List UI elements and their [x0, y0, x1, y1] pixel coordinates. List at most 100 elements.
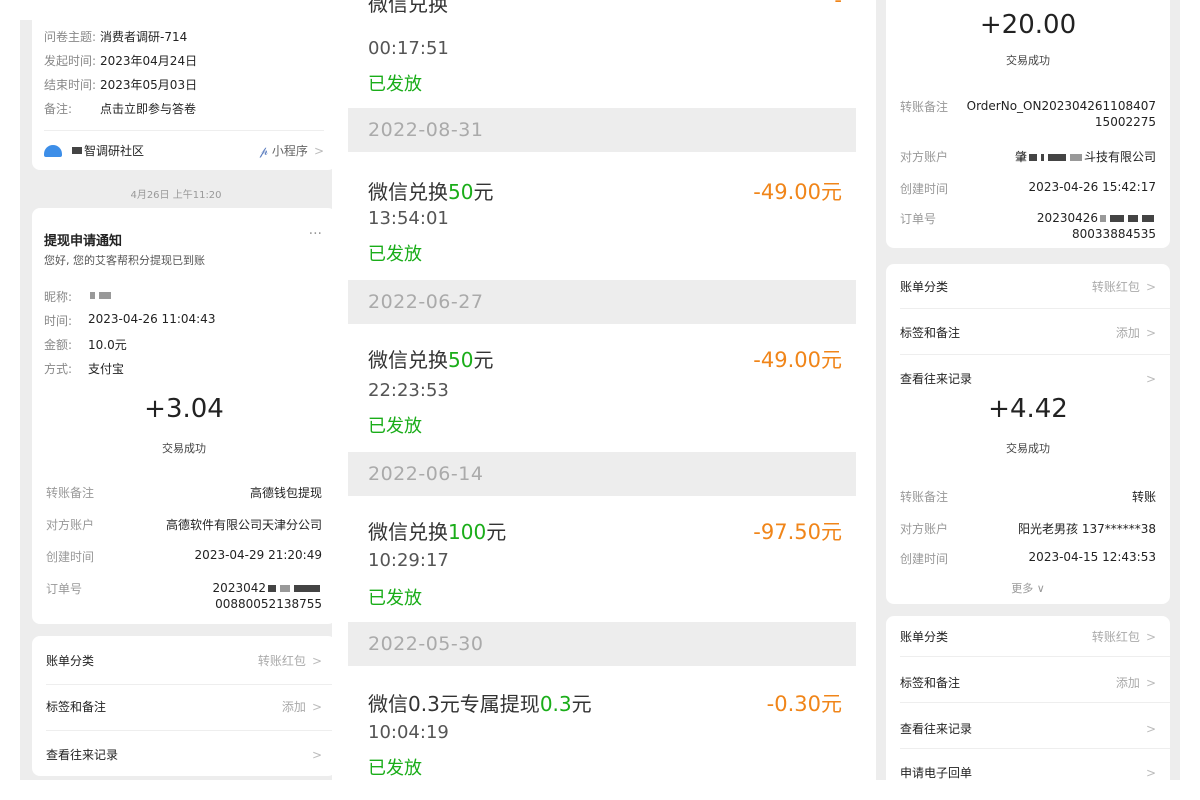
community-logo-icon — [44, 144, 62, 157]
top-cut-amount: - — [834, 0, 842, 12]
transaction-status: 已发放 — [368, 416, 422, 437]
receipt-card-a: +20.00 交易成功 转账备注 OrderNo_ON20230426110840… — [886, 0, 1170, 248]
chevron-right-icon: > — [1145, 630, 1156, 644]
survey-value: 2023年05月03日 — [100, 78, 198, 92]
transaction-time: 10:29:17 — [368, 550, 449, 571]
tags-notes-row[interactable]: 标签和备注 添加 > — [46, 698, 322, 715]
tags-notes-row[interactable]: 标签和备注 添加 > — [900, 324, 1156, 341]
receipt-status: 交易成功 — [162, 442, 206, 455]
transaction-status: 已发放 — [368, 74, 422, 95]
receipt-status: 交易成功 — [1006, 54, 1050, 67]
chevron-right-icon: > — [311, 700, 322, 714]
date-header: 2022-05-30 — [348, 622, 856, 666]
transaction-title[interactable]: 微信兑换100元 — [368, 516, 506, 545]
withdraw-value: 10.0元 — [88, 338, 127, 352]
field-label: 创建时间 — [46, 550, 95, 564]
transaction-time: 10:04:19 — [368, 722, 449, 743]
field-label: 创建时间 — [900, 552, 949, 566]
transfer-note: OrderNo_ON20230426110840715002275 — [966, 99, 1156, 129]
transaction-title[interactable]: 微信0.3元专属提现0.3元 — [368, 688, 592, 717]
survey-value: 2023年04月24日 — [100, 54, 198, 68]
field-label: 转账备注 — [900, 490, 949, 504]
receipt-menu-c: 账单分类 转账红包 > 标签和备注 添加 > 查看往来记录 > 申请电子回单 > — [886, 616, 1170, 780]
chevron-right-icon: > — [313, 144, 324, 158]
receipt-menu-a: 账单分类 转账红包 > 标签和备注 添加 > 查看往来记录 > — [886, 264, 1170, 388]
transaction-amount: -97.50元 — [753, 520, 842, 544]
survey-value: 点击立即参与答卷 — [100, 102, 197, 116]
withdraw-subtitle: 您好, 您的艾客帮积分提现已到账 — [44, 254, 205, 267]
transaction-amount: -0.30元 — [766, 692, 842, 716]
receipt-menu-b: 账单分类 转账红包 > 标签和备注 添加 > 查看往来记录 > — [32, 636, 332, 776]
chevron-right-icon: > — [1145, 326, 1156, 340]
transaction-status: 已发放 — [368, 244, 422, 265]
withdraw-title: 提现申请通知 — [44, 234, 123, 249]
counterparty-account: 阳光老男孩 137******38 — [1018, 522, 1156, 536]
link-icon: 𝓅 — [259, 144, 269, 158]
date-header: 2022-06-27 — [348, 280, 856, 324]
more-icon[interactable]: ··· — [309, 226, 322, 242]
withdraw-key: 方式: — [44, 362, 73, 376]
withdraw-key: 时间: — [44, 314, 73, 328]
bill-category-row[interactable]: 账单分类 转账红包 > — [900, 278, 1156, 295]
transaction-time: 13:54:01 — [368, 208, 449, 229]
counterparty-account: 肇斗技有限公司 — [1014, 150, 1156, 164]
mini-program-source: 智调研社区 — [84, 144, 145, 158]
chevron-right-icon: > — [1145, 371, 1156, 386]
created-time: 2023-04-15 12:43:53 — [1028, 550, 1156, 564]
date-header: 2022-06-14 — [348, 452, 856, 496]
chat-timestamp: 4月26日 上午11:20 — [130, 190, 222, 201]
mini-program-row[interactable]: 智调研社区 𝓅 小程序 > — [44, 142, 324, 159]
field-label: 订单号 — [900, 212, 937, 226]
chevron-right-icon: > — [1145, 721, 1156, 736]
receipt-card-c: +4.42 交易成功 转账备注 转账 对方账户 阳光老男孩 137******38 … — [886, 388, 1170, 604]
withdraw-value: 支付宝 — [88, 362, 125, 376]
transaction-title[interactable]: 微信兑换50元 — [368, 344, 493, 373]
survey-card: 问卷主题: 消费者调研-714 发起时间: 2023年04月24日 结束时间: 202… — [32, 20, 332, 170]
redacted-mask — [72, 147, 82, 154]
transaction-status: 已发放 — [368, 758, 422, 779]
transaction-title[interactable]: 微信兑换50元 — [368, 176, 493, 205]
bill-category-row[interactable]: 账单分类 转账红包 > — [900, 628, 1156, 645]
field-label: 订单号 — [46, 582, 83, 596]
top-cut-row: 微信兑换 — [368, 0, 448, 16]
receipt-amount: +20.00 — [979, 10, 1077, 40]
survey-key: 备注: — [44, 102, 73, 116]
transfer-note: 高德钱包提现 — [249, 486, 322, 500]
receipt-amount: +3.04 — [144, 394, 224, 424]
more-toggle[interactable]: 更多 ∨ — [886, 580, 1170, 596]
withdraw-key: 昵称: — [44, 290, 73, 304]
transaction-status: 已发放 — [368, 588, 422, 609]
chevron-right-icon: > — [1145, 280, 1156, 294]
receipt-panel-b: +3.04 交易成功 转账备注 高德钱包提现 对方账户 高德软件有限公司天津分公司 … — [20, 388, 332, 780]
mini-program-label: 小程序 — [271, 144, 308, 158]
survey-key: 发起时间: — [44, 54, 97, 68]
transaction-time: 00:17:51 — [368, 38, 449, 59]
e-receipt-row[interactable]: 申请电子回单 > — [900, 764, 1156, 781]
counterparty-account: 高德软件有限公司天津分公司 — [165, 518, 322, 532]
bill-category-row[interactable]: 账单分类 转账红包 > — [46, 652, 322, 669]
exchange-history-panel: 微信兑换 - 00:17:51 已发放 2022-08-31 微信兑换50元 -… — [348, 0, 856, 780]
transaction-amount: -49.00元 — [753, 348, 842, 372]
survey-panel: 问卷主题: 消费者调研-714 发起时间: 2023年04月24日 结束时间: 202… — [20, 20, 332, 388]
field-label: 转账备注 — [46, 486, 95, 500]
receipt-panel-a: +20.00 交易成功 转账备注 OrderNo_ON20230426110840… — [876, 0, 1180, 388]
receipt-status: 交易成功 — [1006, 442, 1050, 455]
transaction-amount: -49.00元 — [753, 180, 842, 204]
field-label: 对方账户 — [900, 150, 949, 164]
history-row[interactable]: 查看往来记录 > — [46, 746, 322, 763]
survey-key: 问卷主题: — [44, 30, 97, 44]
withdraw-card[interactable]: 提现申请通知 ··· 您好, 您的艾客帮积分提现已到账 昵称: 时间: 2023-… — [32, 208, 332, 388]
receipt-panel-c: +4.42 交易成功 转账备注 转账 对方账户 阳光老男孩 137******38 … — [876, 388, 1180, 780]
survey-key: 结束时间: — [44, 78, 97, 92]
history-row[interactable]: 查看往来记录 > — [900, 720, 1156, 737]
history-row[interactable]: 查看往来记录 > — [900, 370, 1156, 387]
tags-notes-row[interactable]: 标签和备注 添加 > — [900, 674, 1156, 691]
withdraw-key: 金额: — [44, 338, 73, 352]
created-time: 2023-04-26 15:42:17 — [1028, 180, 1156, 194]
created-time: 2023-04-29 21:20:49 — [194, 548, 322, 562]
receipt-amount: +4.42 — [988, 394, 1068, 424]
transfer-note: 转账 — [1131, 490, 1156, 504]
survey-value: 消费者调研-714 — [100, 30, 188, 44]
field-label: 转账备注 — [900, 100, 949, 114]
transaction-time: 22:23:53 — [368, 380, 449, 401]
